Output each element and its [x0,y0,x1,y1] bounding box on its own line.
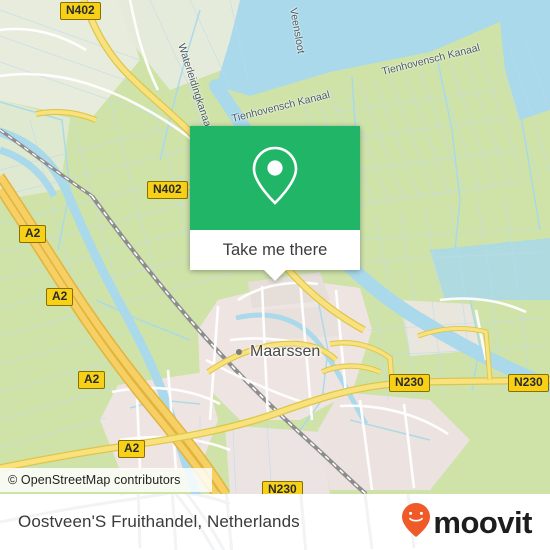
popup-header [190,126,360,230]
route-shield-n402: N402 [60,2,101,20]
moovit-pin-icon [401,502,431,543]
popup-action-bar[interactable]: Take me there [190,230,360,281]
map-popup-callout[interactable]: Take me there [190,126,360,281]
map-attribution[interactable]: © OpenStreetMap contributors [0,468,212,492]
location-caption: Oostveen'S Fruithandel, Netherlands [18,512,300,531]
route-shield-a2: A2 [78,371,106,389]
place-dot [236,349,242,355]
screenshot-root: Tienhovensch Kanaal Tienhovensch Kanaal Wa… [0,0,550,550]
water-label: Tienhovensch Kanaal [380,41,482,78]
water-label: Veensloot [287,6,307,55]
route-shield-a2: A2 [118,440,146,458]
route-shield-n230: N230 [389,374,430,392]
moovit-logo[interactable]: moovit [401,502,532,543]
route-shield-n230: N230 [508,374,549,392]
take-me-there-label: Take me there [222,240,328,259]
footer-bar: Oostveen'S Fruithandel, Netherlands moov… [0,494,550,550]
route-shield-n230: N230 [262,481,303,494]
moovit-wordmark: moovit [433,504,532,540]
map-pin-icon [250,145,300,212]
water-label: Waterleidingkanaal [175,42,215,131]
attribution-text: © OpenStreetMap contributors [8,473,181,487]
route-shield-a2: A2 [46,288,74,306]
map-canvas[interactable]: Tienhovensch Kanaal Tienhovensch Kanaal Wa… [0,0,550,494]
popup-pointer-tip [264,270,286,281]
route-shield-a2: A2 [19,225,47,243]
place-label-maarssen: Maarssen [250,343,321,360]
route-shield-n402: N402 [147,181,188,199]
water-label: Tienhovensch Kanaal [230,88,332,125]
